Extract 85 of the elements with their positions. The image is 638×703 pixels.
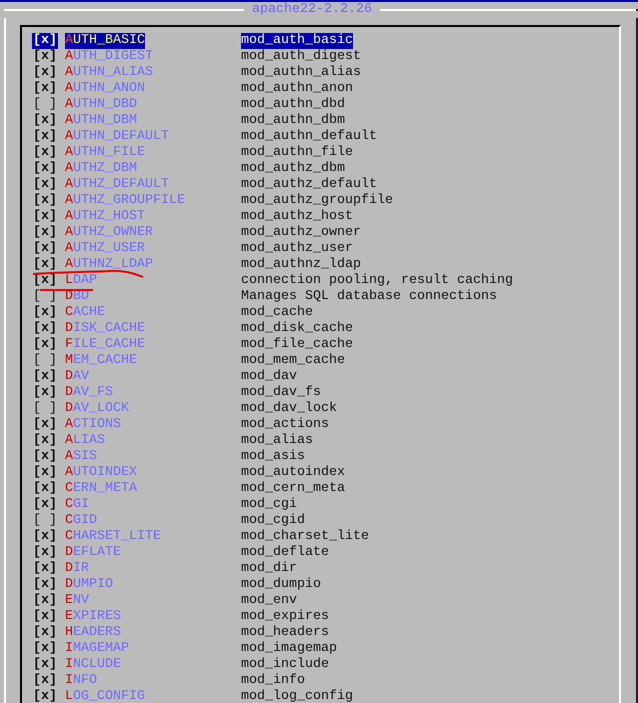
checkbox[interactable]: [x] [32, 49, 58, 65]
module-description: mod_authn_file [241, 145, 353, 161]
checkbox[interactable]: [x] [32, 449, 58, 465]
module-description: mod_authnz_ldap [241, 257, 361, 273]
module-description: mod_file_cache [241, 337, 353, 353]
module-description: mod_expires [241, 609, 329, 625]
module-description: mod_auth_digest [241, 49, 361, 65]
module-description: mod_authz_default [241, 177, 377, 193]
checkbox[interactable]: [x] [32, 337, 58, 353]
module-description: mod_authz_user [241, 241, 353, 257]
module-description: mod_headers [241, 625, 329, 641]
checkbox[interactable]: [x] [32, 465, 58, 481]
checkbox[interactable]: [x] [32, 545, 58, 561]
module-description: mod_cache [241, 305, 313, 321]
checkbox[interactable]: [x] [32, 625, 58, 641]
checkbox[interactable]: [x] [32, 433, 58, 449]
module-description: mod_authz_dbm [241, 161, 345, 177]
module-description: mod_dav [241, 369, 297, 385]
module-description: mod_cgid [241, 513, 305, 529]
checkbox[interactable]: [x] [32, 481, 58, 497]
checkbox[interactable]: [x] [32, 417, 58, 433]
checkbox[interactable]: [x] [32, 305, 58, 321]
checkbox[interactable]: [x] [32, 529, 58, 545]
module-description: mod_dumpio [241, 577, 321, 593]
checkbox[interactable]: [x] [32, 385, 58, 401]
checkbox[interactable]: [x] [32, 577, 58, 593]
module-description: mod_info [241, 673, 305, 689]
module-description: mod_authz_owner [241, 225, 361, 241]
module-description: mod_env [241, 593, 297, 609]
checkbox[interactable]: [x] [32, 81, 58, 97]
checkbox[interactable]: [x] [32, 689, 58, 703]
checkbox[interactable]: [x] [32, 561, 58, 577]
checkbox[interactable]: [x] [32, 129, 58, 145]
checkbox[interactable]: [ ] [32, 353, 58, 369]
checkbox[interactable]: [ ] [32, 97, 58, 113]
module-description: mod_deflate [241, 545, 329, 561]
module-description: mod_authn_dbd [241, 97, 345, 113]
module-name[interactable]: AUTH_BASIC [65, 33, 145, 49]
checkbox[interactable]: [x] [32, 241, 58, 257]
checkbox[interactable]: [x] [32, 145, 58, 161]
checkbox[interactable]: [x] [32, 321, 58, 337]
checkbox[interactable]: [x] [32, 593, 58, 609]
module-description: mod_dav_lock [241, 401, 337, 417]
checkbox[interactable]: [x] [32, 113, 58, 129]
checkbox[interactable]: [x] [32, 65, 58, 81]
dialog-title: apache22-2.2.26 [251, 2, 373, 18]
module-description: mod_asis [241, 449, 305, 465]
module-description: mod_authz_host [241, 209, 353, 225]
checkbox[interactable]: [ ] [32, 513, 58, 529]
checkbox[interactable]: [x] [32, 673, 58, 689]
checkbox[interactable]: [x] [32, 257, 58, 273]
module-description: mod_authn_dbm [241, 113, 345, 129]
checkbox[interactable]: [x] [32, 209, 58, 225]
module-description: mod_authn_default [241, 129, 377, 145]
module-description: mod_authn_alias [241, 65, 361, 81]
module-description: mod_alias [241, 433, 313, 449]
checkbox[interactable]: [x] [32, 369, 58, 385]
checkbox[interactable]: [x] [32, 657, 58, 673]
module-description: mod_dir [241, 561, 297, 577]
checkbox[interactable]: [x] [32, 193, 58, 209]
module-description: mod_charset_lite [241, 529, 369, 545]
checkbox[interactable]: [x] [32, 177, 58, 193]
module-description: mod_log_config [241, 689, 353, 703]
checkbox[interactable]: [x] [32, 161, 58, 177]
module-description: mod_auth_basic [241, 33, 353, 49]
checkbox[interactable]: [x] [32, 33, 58, 49]
checkbox[interactable]: [x] [32, 641, 58, 657]
module-description: mod_cern_meta [241, 481, 345, 497]
underline-mark [40, 289, 93, 291]
module-description: mod_imagemap [241, 641, 337, 657]
module-description: mod_include [241, 657, 329, 673]
module-description: mod_disk_cache [241, 321, 353, 337]
checkbox[interactable]: [x] [32, 497, 58, 513]
module-description: mod_authn_anon [241, 81, 353, 97]
module-description: Manages SQL database connections [241, 289, 497, 305]
module-description: connection pooling, result caching [241, 273, 513, 289]
module-description: mod_mem_cache [241, 353, 345, 369]
module-description: mod_dav_fs [241, 385, 321, 401]
checkbox[interactable]: [x] [32, 609, 58, 625]
checkbox[interactable]: [ ] [32, 401, 58, 417]
module-description: mod_authz_groupfile [241, 193, 393, 209]
module-description: mod_actions [241, 417, 329, 433]
module-description: mod_cgi [241, 497, 297, 513]
checkbox[interactable]: [x] [32, 225, 58, 241]
module-description: mod_autoindex [241, 465, 345, 481]
